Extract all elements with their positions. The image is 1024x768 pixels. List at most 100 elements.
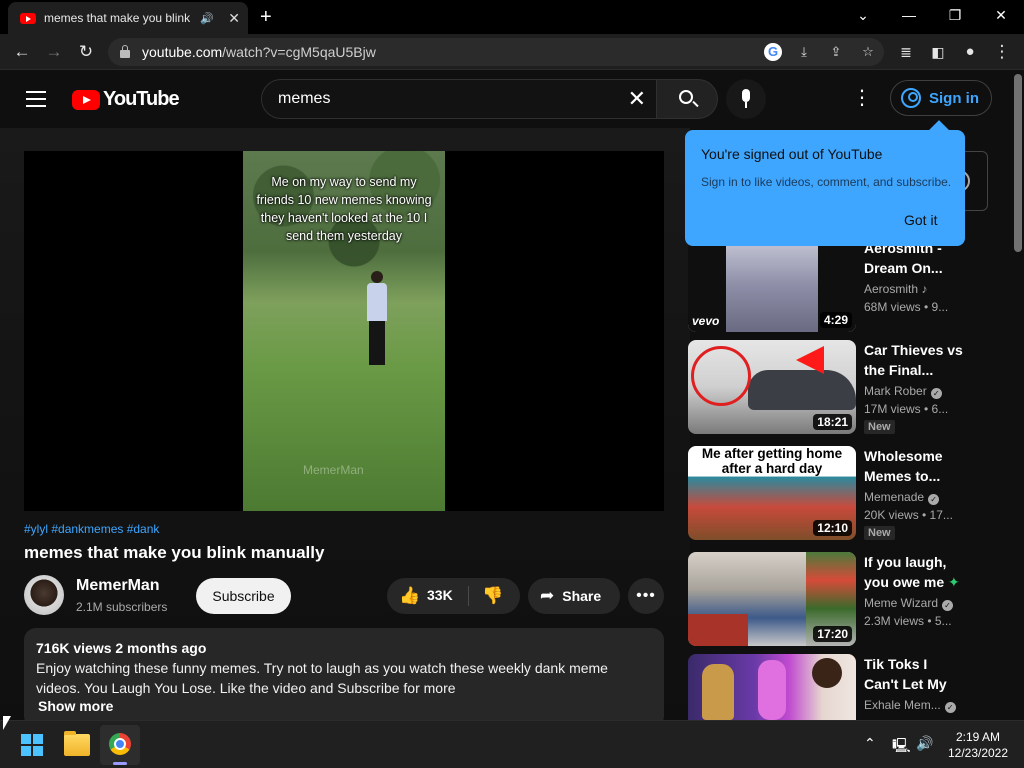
address-bar[interactable]: youtube.com/watch?v=cgM5qaU5Bjw G ⤓ ⇪ ☆ [108, 38, 884, 66]
channel-name[interactable]: Mark Rober [864, 384, 927, 398]
channel-name[interactable]: Memenade [864, 490, 924, 504]
channel-avatar[interactable] [24, 575, 64, 615]
video-title[interactable]: If you laugh, you owe me [864, 554, 946, 590]
video-views: 20K views • 17... [864, 508, 953, 522]
close-window-button[interactable]: ✕ [978, 4, 1024, 26]
lock-icon[interactable] [120, 45, 130, 58]
video-person [363, 271, 391, 365]
tray-overflow-icon[interactable]: ⌃ [864, 735, 876, 752]
menu-icon[interactable] [26, 91, 46, 107]
google-icon[interactable]: G [764, 43, 782, 61]
url-text[interactable]: youtube.com/watch?v=cgM5qaU5Bjw [142, 44, 376, 60]
video-player[interactable]: Me on my way to send my friends 10 new m… [24, 151, 664, 511]
side-panel-icon[interactable]: ◧ [926, 40, 950, 64]
forward-icon[interactable]: → [42, 40, 66, 64]
channel-name[interactable]: Meme Wizard [864, 596, 938, 610]
share-icon: ➦ [540, 586, 555, 605]
back-icon[interactable]: ← [10, 40, 34, 64]
share-page-icon[interactable]: ⇪ [826, 42, 846, 62]
account-icon [901, 88, 921, 108]
chrome-taskbar-button[interactable] [100, 725, 140, 765]
clear-search-icon[interactable]: ✕ [628, 86, 646, 112]
video-thumbnail[interactable] [688, 654, 856, 720]
volume-icon[interactable]: 🔊 [916, 735, 933, 752]
recommended-video[interactable]: 17:20 If you laugh, you owe me ✦ Meme Wi… [688, 552, 988, 648]
video-duration: 12:10 [813, 520, 852, 536]
new-tab-button[interactable]: + [260, 6, 272, 29]
video-title[interactable]: Car Thieves vs the Final... [864, 340, 964, 380]
chrome-icon [109, 733, 131, 755]
video-views: 17M views • 6... [864, 402, 949, 416]
view-count-date: 716K views 2 months ago [36, 640, 207, 656]
tab-search-icon[interactable]: ⌄ [840, 4, 886, 26]
video-frame[interactable]: Me on my way to send my friends 10 new m… [243, 151, 445, 511]
subscriber-count: 2.1M subscribers [76, 600, 168, 614]
more-actions-button[interactable]: ••• [628, 578, 664, 614]
channel-name[interactable]: MemerMan [76, 577, 160, 595]
hashtags[interactable]: #ylyl #dankmemes #dank [24, 522, 159, 536]
restore-button[interactable]: ❐ [932, 4, 978, 26]
windows-start-icon[interactable] [21, 734, 43, 756]
voice-search-icon[interactable] [726, 79, 766, 119]
got-it-button[interactable]: Got it [904, 212, 937, 228]
settings-menu-icon[interactable]: ⋮ [852, 88, 872, 108]
sign-in-button[interactable]: Sign in [890, 80, 992, 116]
recommended-video[interactable]: vevo 4:29 Aerosmith - Dream On... Aerosm… [688, 238, 988, 334]
clock-time: 2:19 AM [955, 730, 1001, 744]
video-caption: Me on my way to send my friends 10 new m… [256, 175, 432, 243]
file-explorer-icon[interactable] [64, 731, 90, 756]
subscribe-button[interactable]: Subscribe [196, 578, 291, 614]
video-title[interactable]: Tik Toks I Can't Let My Family... [864, 654, 964, 694]
video-views: 2.3M views • 5... [864, 614, 952, 628]
dislike-icon[interactable]: 👎 [482, 587, 503, 605]
browser-tab[interactable]: memes that make you blink 🔊 ✕ [8, 2, 248, 34]
money-emoji-icon: ✦ [948, 574, 960, 590]
reload-icon[interactable]: ↻ [74, 40, 98, 64]
browser-tab-bar: memes that make you blink 🔊 ✕ + ⌄ — ❐ ✕ [0, 0, 1024, 34]
video-thumbnail[interactable]: 18:21 [688, 340, 856, 434]
install-icon[interactable]: ⤓ [794, 42, 814, 62]
profile-icon[interactable]: ● [958, 40, 982, 64]
video-thumbnail[interactable]: Me after getting home after a hard day 1… [688, 446, 856, 540]
like-dislike-group: 👍 33K 👎 [387, 578, 520, 614]
like-icon[interactable]: 👍 [399, 587, 420, 605]
video-title[interactable]: Wholesome Memes to... [864, 446, 964, 486]
recommended-video[interactable]: 18:21 Car Thieves vs the Final... Mark R… [688, 340, 988, 436]
video-duration: 18:21 [813, 414, 852, 430]
taskbar-clock[interactable]: 2:19 AM 12/23/2022 [940, 729, 1016, 761]
scrollbar-thumb[interactable] [1014, 74, 1022, 252]
verified-icon: ✓ [928, 494, 940, 505]
youtube-logo[interactable]: YouTube [72, 88, 180, 111]
mouse-cursor-icon [3, 716, 11, 730]
browser-menu-icon[interactable]: ⋮ [990, 40, 1014, 64]
recommended-video[interactable]: Tik Toks I Can't Let My Family... Exhale… [688, 654, 988, 720]
search-input[interactable]: memes ✕ [261, 79, 657, 119]
video-thumbnail[interactable]: vevo 4:29 [688, 238, 856, 332]
youtube-favicon-icon [20, 12, 36, 24]
video-duration: 4:29 [819, 312, 852, 328]
bookmark-star-icon[interactable]: ☆ [858, 42, 878, 62]
popup-subtitle: Sign in to like videos, comment, and sub… [701, 175, 952, 189]
close-tab-icon[interactable]: ✕ [228, 10, 240, 27]
music-note-icon: ♪ [921, 282, 928, 296]
verified-icon: ✓ [942, 600, 954, 611]
network-icon[interactable]: 🖳 [892, 735, 911, 759]
video-thumbnail[interactable]: 17:20 [688, 552, 856, 646]
vevo-logo: vevo [692, 314, 720, 328]
recommended-video[interactable]: Me after getting home after a hard day 1… [688, 446, 988, 542]
description-box[interactable]: 716K views 2 months ago Enjoy watching t… [24, 628, 664, 728]
share-button[interactable]: ➦ Share [528, 578, 620, 614]
channel-name[interactable]: Exhale Mem... [864, 698, 941, 712]
like-count[interactable]: 33K [427, 587, 453, 603]
show-more-button[interactable]: Show more [38, 698, 652, 714]
reading-list-icon[interactable]: ≣ [894, 40, 918, 64]
description-text: Enjoy watching these funny memes. Try no… [36, 660, 608, 696]
page-scrollbar[interactable] [1012, 70, 1024, 720]
verified-icon: ✓ [944, 702, 956, 713]
search-button[interactable] [656, 79, 718, 119]
channel-name[interactable]: Aerosmith [864, 282, 918, 296]
video-views: 68M views • 9... [864, 300, 949, 314]
video-duration: 17:20 [813, 626, 852, 642]
speaker-icon[interactable]: 🔊 [200, 12, 214, 25]
minimize-button[interactable]: — [886, 4, 932, 26]
